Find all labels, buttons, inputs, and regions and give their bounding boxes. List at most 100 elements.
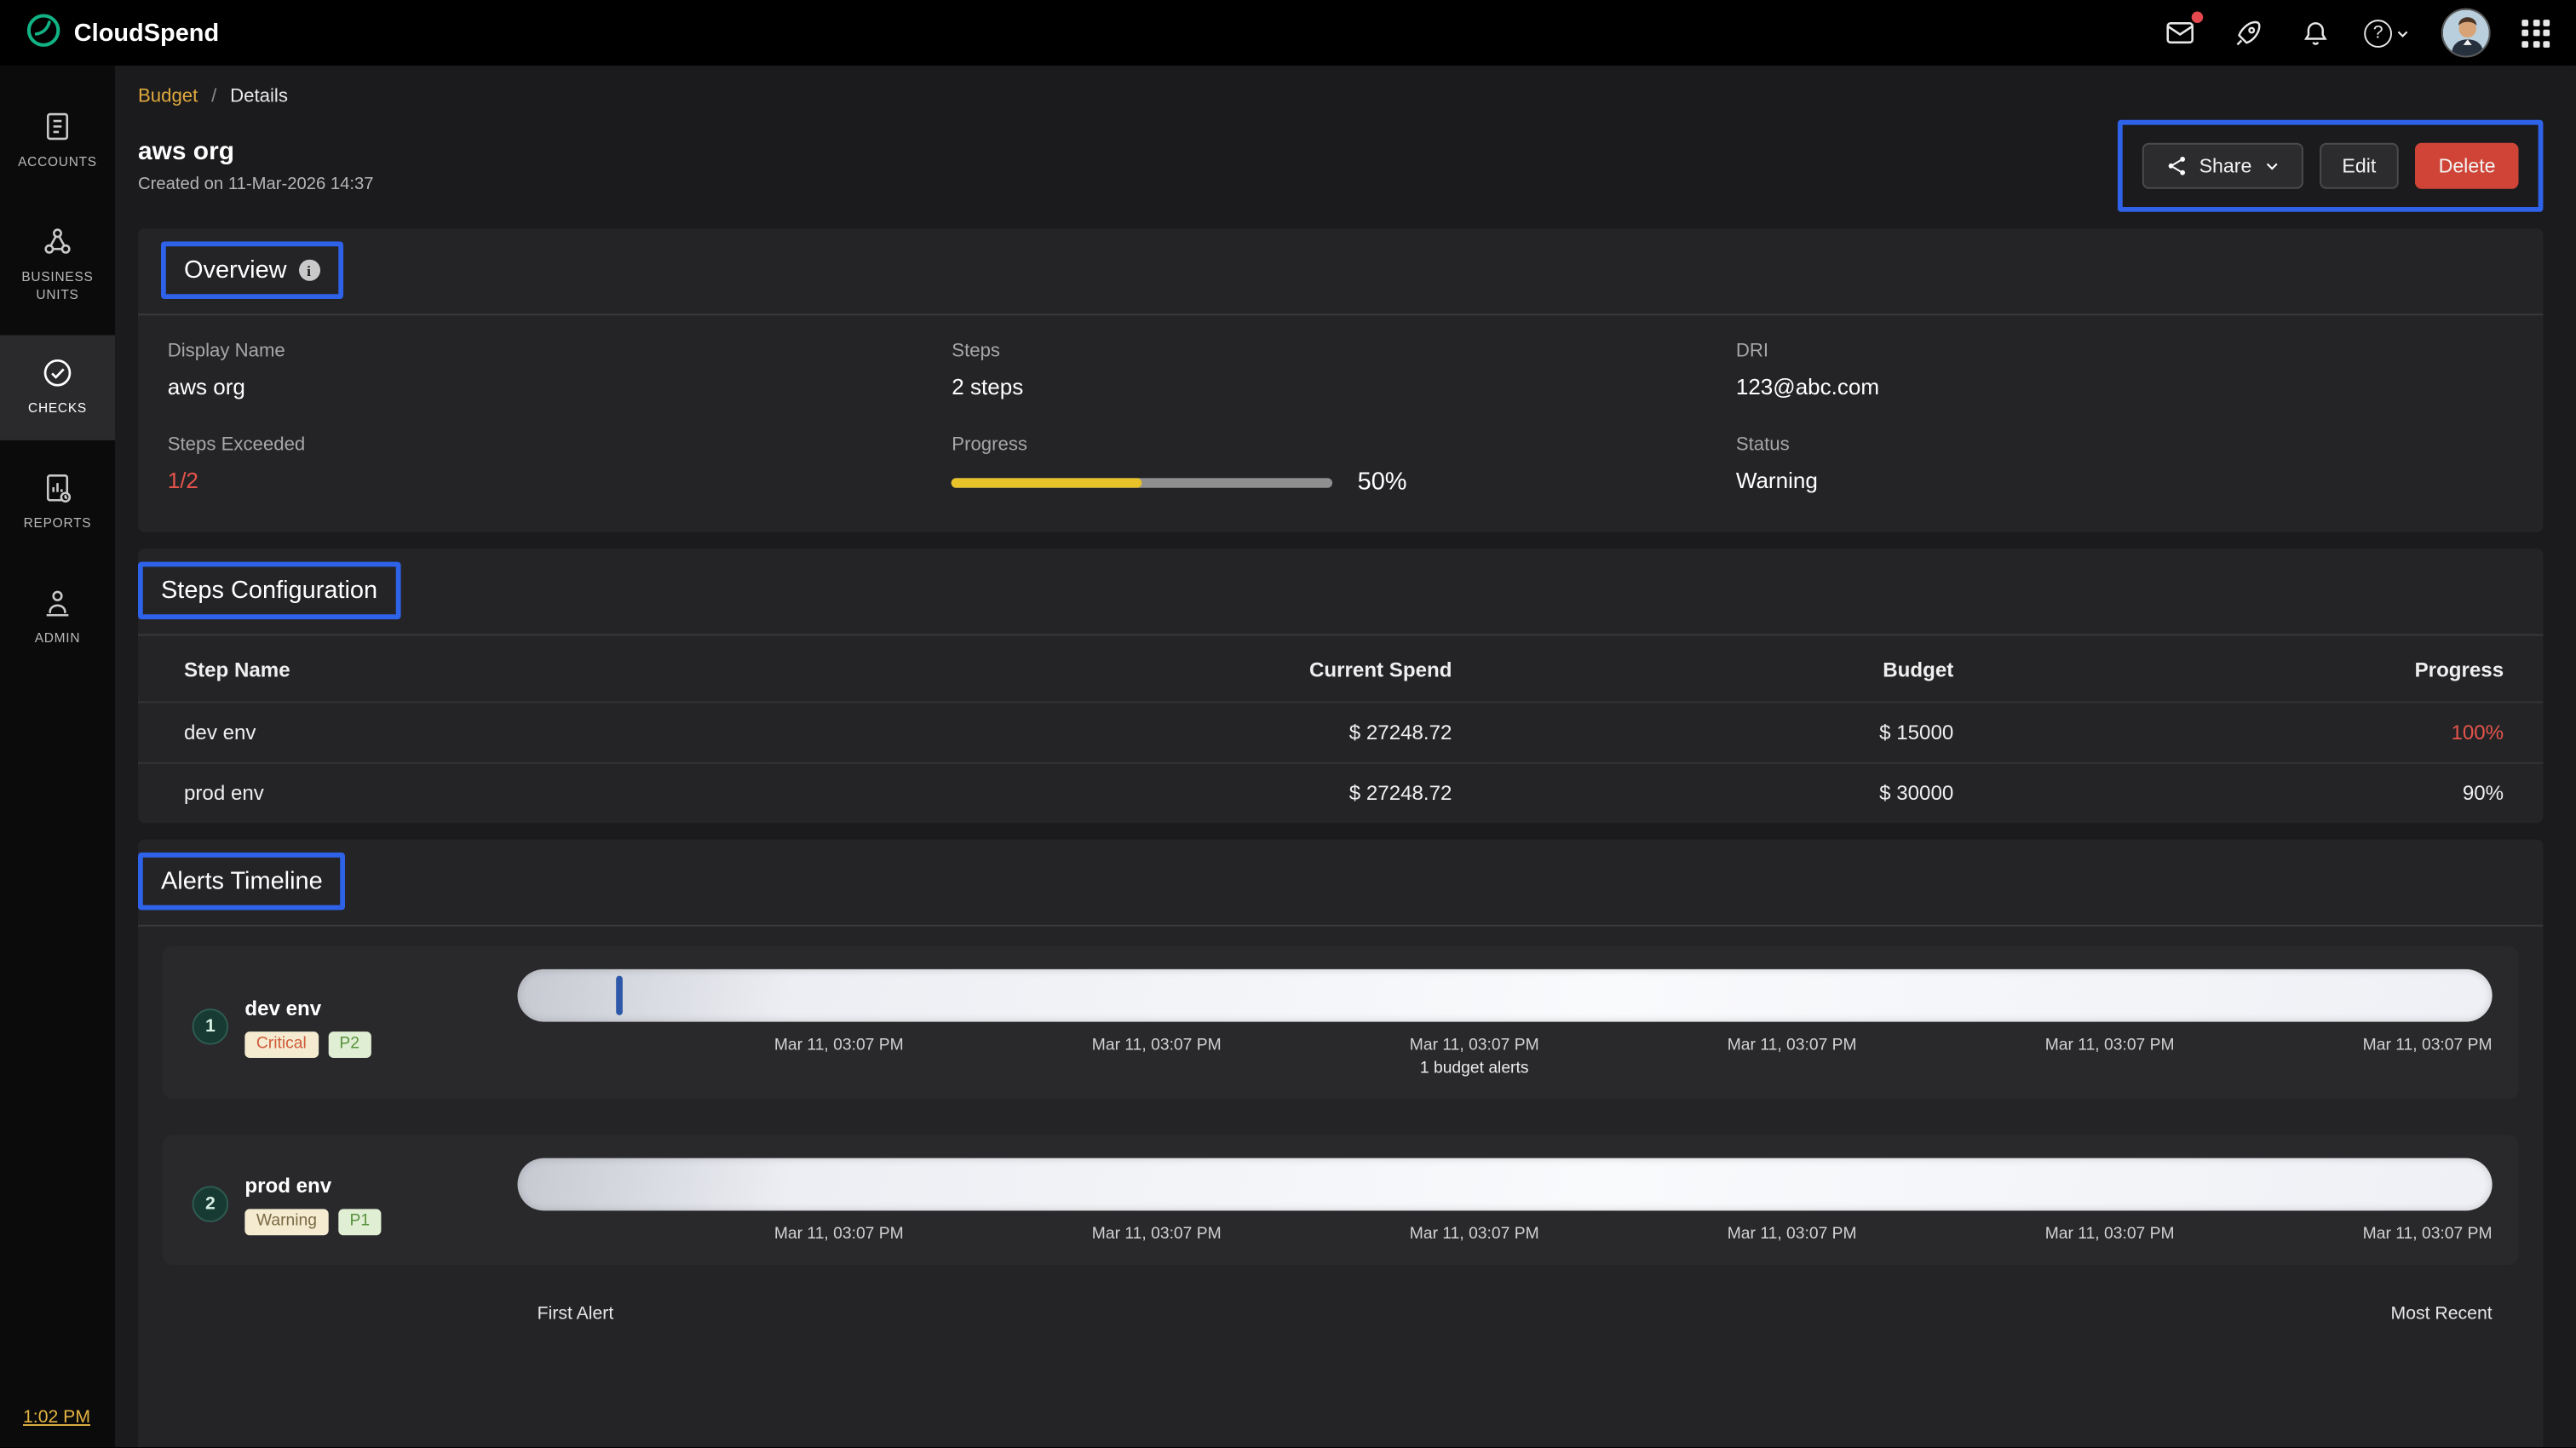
user-avatar[interactable] (2441, 8, 2491, 58)
column-progress: Progress (2414, 658, 2504, 682)
delete-button[interactable]: Delete (2415, 142, 2519, 189)
sidebar: ACCOUNTS BUSINESS UNITS CHECKS REPORTS A… (0, 66, 115, 1448)
step-tags: Critical P2 (244, 1031, 371, 1058)
budget-alerts-note: 1 budget alerts (1419, 1059, 1529, 1078)
field-display-name: Display Name aws org (167, 342, 285, 399)
sidebar-item-label: ADMIN (34, 630, 81, 646)
timeline-date: Mar 11, 03:07 PM (1409, 1225, 1539, 1244)
severity-chip: Warning (244, 1208, 329, 1235)
edit-button-label: Edit (2342, 154, 2377, 178)
rocket-icon[interactable] (2229, 14, 2265, 50)
feedback-icon[interactable] (2162, 11, 2204, 50)
steps-configuration-card: Steps Configuration Step Name Current Sp… (137, 549, 2544, 824)
status-value: Warning (1735, 468, 1818, 493)
alerts-footer: First Alert Most Recent (163, 1301, 2519, 1347)
brand-name: CloudSpend (73, 19, 220, 47)
step-meta: prod env Warning P1 (244, 1173, 382, 1235)
brand[interactable]: CloudSpend (26, 12, 219, 53)
bell-icon[interactable] (2297, 14, 2332, 50)
timeline-dates: Mar 11, 03:07 PM Mar 11, 03:07 PM Mar 11… (517, 1225, 2493, 1244)
step-tags: Warning P1 (244, 1208, 382, 1235)
column-current-spend: Current Spend (1309, 658, 1452, 682)
timeline-date: Mar 11, 03:07 PM (2044, 1225, 2175, 1244)
progress-bar-fill (952, 477, 1142, 487)
sidebar-item-label: ACCOUNTS (18, 154, 97, 170)
field-steps: Steps 2 steps (952, 342, 1024, 399)
timeline-date: Mar 11, 03:07 PM (1091, 1225, 1222, 1244)
breadcrumb-separator: / (211, 87, 217, 107)
column-step-name: Step Name (183, 658, 290, 682)
chevron-down-icon (2397, 30, 2408, 37)
apps-grid-icon[interactable] (2521, 19, 2550, 47)
sidebar-item-checks[interactable]: CHECKS (0, 336, 115, 441)
page-header: aws org Created on 11-Mar-2026 14:37 Sha… (138, 119, 2544, 212)
cell-budget: $ 15000 (1879, 721, 1954, 744)
admin-icon (46, 590, 69, 617)
timeline-track[interactable] (517, 1158, 2493, 1211)
sidebar-item-label: CHECKS (28, 401, 87, 417)
table-row-dev-env[interactable]: dev env $ 27248.72 $ 15000 100% (137, 702, 2544, 762)
reports-icon (46, 474, 72, 503)
timeline-date: Mar 11, 03:07 PM (1409, 1036, 1539, 1055)
sidebar-item-label: REPORTS (23, 515, 92, 532)
checks-icon (43, 359, 72, 388)
timeline-date: Mar 11, 03:07 PM (1727, 1225, 1857, 1244)
timeline-date: Mar 11, 03:07 PM (2044, 1036, 2175, 1055)
sidebar-item-admin[interactable]: ADMIN (0, 565, 115, 669)
timeline-track[interactable] (517, 968, 2493, 1022)
question-mark-icon: ? (2364, 19, 2392, 47)
cell-current-spend: $ 27248.72 (1348, 781, 1452, 805)
page-title-block: aws org Created on 11-Mar-2026 14:37 (138, 138, 374, 194)
progress-bar (952, 477, 1333, 487)
main-content: Budget / Details aws org Created on 11-M… (114, 66, 2576, 1448)
most-recent-label: Most Recent (2390, 1304, 2493, 1324)
clock-time[interactable]: 1:02 PM (23, 1408, 90, 1428)
sidebar-item-accounts[interactable]: ACCOUNTS (0, 89, 115, 193)
step-name: dev env (244, 996, 322, 1020)
step-name: prod env (244, 1173, 332, 1197)
timeline-marker[interactable] (616, 975, 624, 1015)
timeline-step-info: 2 prod env Warning P1 (189, 1158, 518, 1244)
cell-progress: 90% (2462, 781, 2504, 805)
timeline-date: Mar 11, 03:07 PM (1091, 1036, 1222, 1055)
overview-highlight-box: Overview i (160, 241, 343, 299)
help-icon[interactable]: ? (2364, 19, 2410, 47)
steps-table: Step Name Current Spend Budget Progress … (137, 635, 2544, 823)
created-timestamp: Created on 11-Mar-2026 14:37 (137, 174, 374, 194)
chevron-down-icon (2266, 163, 2277, 170)
share-button-label: Share (2199, 154, 2252, 178)
cell-step-name: dev env (183, 721, 256, 744)
topbar-actions: ? (2162, 8, 2550, 58)
steps-highlight-box: Steps Configuration (137, 561, 401, 620)
priority-chip: P2 (327, 1031, 371, 1058)
sidebar-item-label: BUSINESS UNITS (21, 268, 94, 302)
timeline-date: Mar 11, 03:07 PM (2362, 1225, 2493, 1244)
table-row-prod-env[interactable]: prod env $ 27248.72 $ 30000 90% (137, 762, 2544, 823)
timeline-track-area: Mar 11, 03:07 PM Mar 11, 03:07 PM Mar 11… (517, 1158, 2493, 1244)
steps-title-row: Steps Configuration (137, 549, 2544, 636)
timeline-date: Mar 11, 03:07 PM (1727, 1036, 1857, 1055)
breadcrumb-budget[interactable]: Budget (138, 87, 198, 106)
delete-button-label: Delete (2438, 154, 2496, 178)
field-status: Status Warning (1736, 435, 2521, 496)
alerts-highlight-box: Alerts Timeline (137, 852, 346, 911)
share-button[interactable]: Share (2142, 142, 2303, 189)
steps-header-row: Step Name Current Spend Budget Progress (138, 635, 2543, 702)
sidebar-item-business-units[interactable]: BUSINESS UNITS (0, 204, 115, 326)
cell-step-name: prod env (183, 781, 264, 805)
priority-chip: P1 (338, 1208, 382, 1235)
overview-title-row: Overview i (137, 228, 2544, 316)
field-progress: Progress 50% (952, 435, 1407, 497)
alerts-timeline-title: Alerts Timeline (160, 867, 323, 896)
timeline-dates: Mar 11, 03:07 PM Mar 11, 03:07 PM Mar 11… (517, 1036, 2493, 1078)
info-icon[interactable]: i (298, 259, 320, 281)
accounts-icon (46, 112, 69, 141)
edit-button[interactable]: Edit (2319, 142, 2400, 189)
sidebar-item-reports[interactable]: REPORTS (0, 451, 115, 555)
steps-configuration-title: Steps Configuration (160, 576, 378, 605)
timeline-row-prod-env: 2 prod env Warning P1 Mar 11, 03:07 PM M… (162, 1135, 2519, 1265)
timeline-date: Mar 11, 03:07 PM (773, 1036, 904, 1055)
app-root: CloudSpend ? ACCOUNTS BUSINESS UNITS CHE… (0, 0, 2576, 1448)
actions-highlight-box: Share Edit Delete (2117, 119, 2544, 212)
cell-current-spend: $ 27248.72 (1348, 721, 1452, 744)
